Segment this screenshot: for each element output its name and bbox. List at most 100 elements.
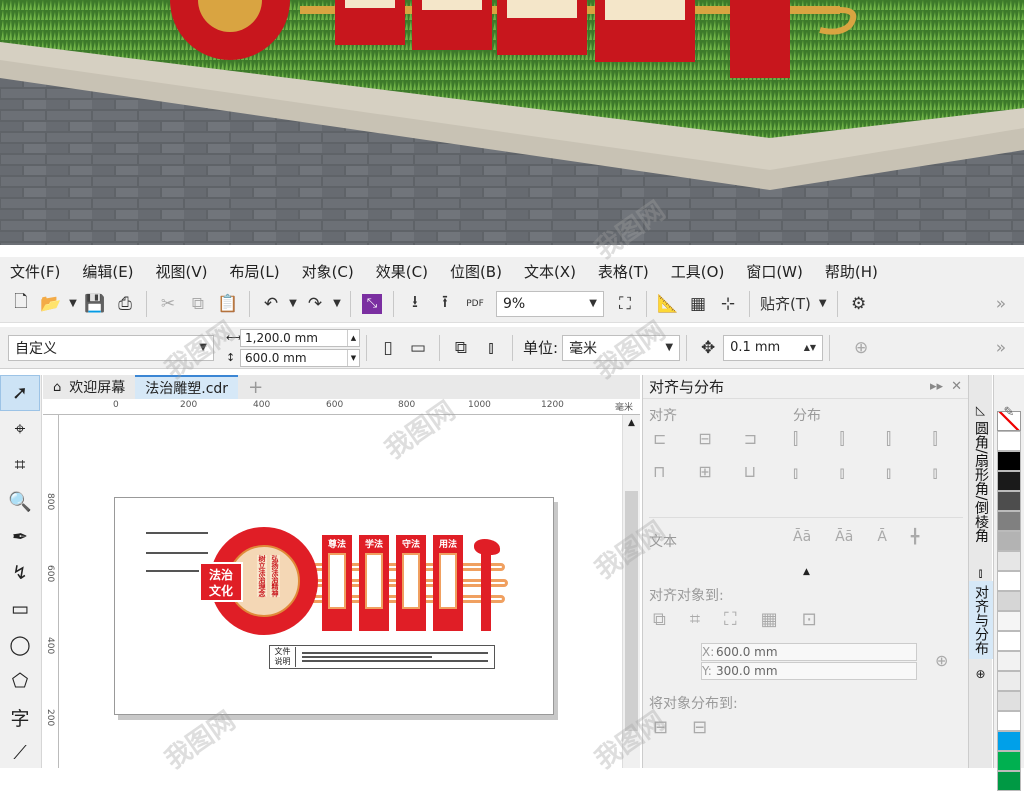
pick-point-icon[interactable]: ⊕ <box>935 651 948 670</box>
color-swatch[interactable] <box>997 611 1021 631</box>
crop-tool-icon[interactable]: ⌗ <box>0 447 40 483</box>
import-icon[interactable]: ⭳ <box>400 290 430 318</box>
redo-icon[interactable]: ↷ <box>300 290 330 318</box>
color-swatch[interactable] <box>997 771 1021 791</box>
vertical-scrollbar[interactable]: ▲ <box>622 415 640 768</box>
menu-item[interactable]: 效果(C) <box>376 261 428 282</box>
show-guidelines-icon[interactable]: ⊹ <box>713 290 743 318</box>
color-swatch[interactable] <box>997 571 1021 591</box>
x-coordinate-input[interactable]: X: 600.0 mm <box>701 643 917 661</box>
zoom-tool-icon[interactable]: 🔍 <box>0 483 40 519</box>
grid-icon[interactable]: ▦ <box>761 609 778 630</box>
menu-item[interactable]: 文件(F) <box>10 261 60 282</box>
spin-arrows-icon[interactable]: ▲ <box>347 329 359 346</box>
color-swatch[interactable] <box>997 711 1021 731</box>
nudge-distance-input[interactable]: 0.1 mm ▲▼ <box>723 334 824 361</box>
zoom-level-select[interactable]: 9% ▼ <box>496 290 604 317</box>
dropdown-arrow-icon[interactable]: ▼ <box>66 290 80 318</box>
scroll-thumb[interactable] <box>625 491 638 731</box>
horizontal-ruler[interactable]: 0 200 400 600 800 1000 1200 毫米 <box>43 399 640 415</box>
color-swatch[interactable] <box>997 751 1021 771</box>
color-swatch[interactable] <box>997 491 1021 511</box>
align-top-icon[interactable]: ⊓ <box>653 462 682 481</box>
distribute-bottom-icon[interactable]: ⫾ <box>933 463 964 483</box>
distribute-center-icon[interactable]: ⫿ <box>840 429 871 449</box>
cut-icon[interactable]: ✂ <box>153 290 183 318</box>
pen-tool-icon[interactable]: ✒ <box>0 519 40 555</box>
align-center-h-icon[interactable]: ⊟ <box>698 429 727 448</box>
distribute-top-icon[interactable]: ⫾ <box>793 463 824 483</box>
menu-item[interactable]: 帮助(H) <box>825 261 878 282</box>
save-icon[interactable]: 💾 <box>80 290 110 318</box>
current-page-icon[interactable]: ⫾ <box>476 334 506 362</box>
redo-dropdown-icon[interactable]: ▼ <box>330 290 344 318</box>
search-content-icon[interactable]: ⤡ <box>357 290 387 318</box>
close-icon[interactable]: ✕ <box>951 379 962 394</box>
color-swatch[interactable] <box>997 671 1021 691</box>
menu-item[interactable]: 位图(B) <box>450 261 502 282</box>
color-swatch[interactable] <box>997 511 1021 531</box>
text-tool-icon[interactable]: 字 <box>0 699 40 735</box>
page-edge-icon[interactable]: ⛶ <box>724 609 737 630</box>
eyedropper-icon[interactable]: ✎ <box>994 375 1024 420</box>
rectangle-tool-icon[interactable]: ▭ <box>0 591 40 627</box>
propertybar-overflow-icon[interactable]: » <box>986 334 1016 362</box>
specified-point-icon[interactable]: ⊡ <box>802 609 817 630</box>
shape-tool-icon[interactable]: ⌖ <box>0 411 40 447</box>
align-center-v-icon[interactable]: ⊞ <box>698 462 727 481</box>
artistic-media-tool-icon[interactable]: ↯ <box>0 555 40 591</box>
align-bottom-icon[interactable]: ⊔ <box>744 462 773 481</box>
pick-tool-icon[interactable]: ➚ <box>0 375 40 411</box>
copy-icon[interactable]: ⧉ <box>183 290 213 318</box>
selection-edge-icon[interactable]: ⌗ <box>690 609 700 630</box>
print-icon[interactable]: ⎙ <box>110 290 140 318</box>
dimension-tool-icon[interactable]: ⟋ <box>0 735 40 771</box>
toolbar-overflow-icon[interactable]: » <box>986 290 1016 318</box>
color-swatch[interactable] <box>997 691 1021 711</box>
undo-icon[interactable]: ↶ <box>256 290 286 318</box>
snap-to-button[interactable]: 贴齐(T) ▼ <box>756 290 831 318</box>
add-icon[interactable]: ⊕ <box>846 334 876 362</box>
units-select[interactable]: 毫米 ▼ <box>562 334 681 361</box>
text-baseline-icon[interactable]: Āā <box>793 529 811 545</box>
text-line-icon[interactable]: Āā <box>835 529 853 545</box>
color-swatch[interactable] <box>997 451 1021 471</box>
all-pages-icon[interactable]: ⧉ <box>446 334 476 362</box>
color-swatch[interactable] <box>997 551 1021 571</box>
distribute-spacing-icon[interactable]: ⫿ <box>886 429 917 449</box>
new-document-icon[interactable]: 🗋 <box>6 290 36 318</box>
y-coordinate-input[interactable]: Y: 300.0 mm <box>701 662 917 680</box>
menu-item[interactable]: 编辑(E) <box>82 261 133 282</box>
polygon-tool-icon[interactable]: ⬠ <box>0 663 40 699</box>
export-icon[interactable]: ⭱ <box>430 290 460 318</box>
color-swatch[interactable] <box>997 651 1021 671</box>
text-anchor-icon[interactable]: ╋ <box>911 529 919 545</box>
color-swatch[interactable] <box>997 631 1021 651</box>
active-object-icon[interactable]: ⧉ <box>653 609 666 630</box>
page-size-preset-select[interactable]: 自定义 ▼ <box>8 334 214 361</box>
vertical-ruler[interactable]: 800 600 400 200 <box>43 415 59 768</box>
full-screen-icon[interactable]: ⛶ <box>610 290 640 318</box>
color-swatch[interactable] <box>997 731 1021 751</box>
menu-item[interactable]: 表格(T) <box>598 261 649 282</box>
menu-item[interactable]: 视图(V) <box>156 261 208 282</box>
paste-icon[interactable]: 📋 <box>213 290 243 318</box>
expand-triangle-icon[interactable]: ▲ <box>803 567 810 577</box>
show-grid-icon[interactable]: ▦ <box>683 290 713 318</box>
undo-dropdown-icon[interactable]: ▼ <box>286 290 300 318</box>
color-swatch[interactable] <box>997 471 1021 491</box>
spin-arrows-icon[interactable]: ▲▼ <box>804 343 816 352</box>
show-rulers-icon[interactable]: 📐 <box>653 290 683 318</box>
distribute-selection-icon[interactable]: ⊟ <box>653 717 668 738</box>
page-width-input[interactable]: 1,200.0 mm ▲ <box>240 328 360 347</box>
menu-item[interactable]: 布局(L) <box>230 261 280 282</box>
distribute-left-icon[interactable]: ⫿ <box>793 429 824 449</box>
page-height-input[interactable]: 600.0 mm ▼ <box>240 348 360 367</box>
menu-item[interactable]: 对象(C) <box>302 261 354 282</box>
scroll-up-icon[interactable]: ▲ <box>623 415 640 431</box>
menu-item[interactable]: 窗口(W) <box>746 261 803 282</box>
tab-align-distribute[interactable]: 对齐与分布 <box>969 581 993 660</box>
distribute-right-icon[interactable]: ⫿ <box>933 429 964 449</box>
text-bbox-icon[interactable]: Ā <box>877 529 887 545</box>
publish-pdf-icon[interactable]: PDF <box>460 290 490 318</box>
